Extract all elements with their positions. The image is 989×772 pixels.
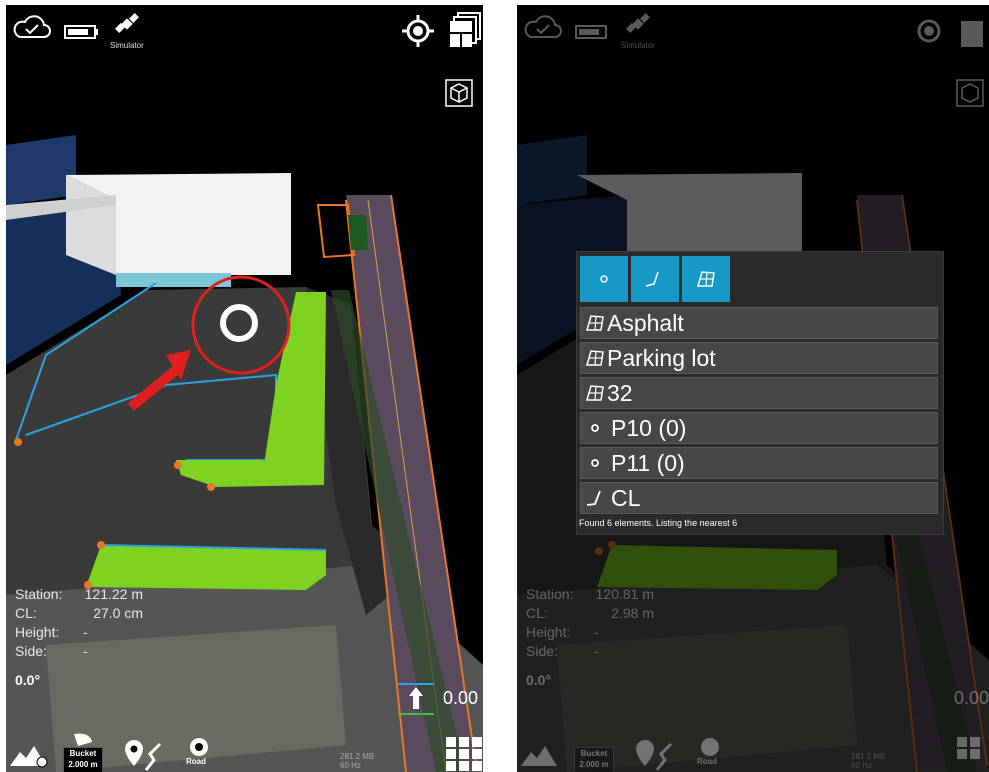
list-item[interactable]: CL (580, 482, 938, 514)
filter-surfaces-tab[interactable] (682, 256, 730, 302)
memory-hz: 60 Hz (340, 761, 361, 770)
list-item[interactable]: Asphalt (580, 307, 938, 339)
bucket-size: 2.000 m (68, 760, 98, 769)
bucket-title: Bucket (69, 749, 97, 758)
satellite-icon[interactable] (625, 11, 651, 39)
gps-locate-icon[interactable] (913, 15, 945, 47)
list-item[interactable]: 32 (580, 377, 938, 409)
height-value: - (594, 624, 599, 640)
station-info-panel: Station: 120.81 m CL: 2.98 m Height: - Side… (526, 585, 654, 661)
road-pin-icon[interactable] (186, 737, 212, 759)
memory-mb: 281.2 MB (851, 752, 886, 761)
left-screen: Simulator Station: 121.22 m CL: 27.0 cm He… (6, 5, 483, 772)
grid-menu-icon[interactable] (957, 737, 989, 771)
list-item-label: 32 (607, 379, 633, 406)
surface-icon (586, 315, 604, 331)
bucket-title: Bucket (580, 749, 608, 758)
results-summary: Found 6 elements. Listing the nearest 6 (579, 518, 738, 528)
list-item[interactable]: Parking lot (580, 342, 938, 374)
side-value: - (83, 643, 88, 659)
layers-icon[interactable] (961, 11, 989, 47)
right-screen: Simulator Station: 120.81 m CL: 2.98 m Hei… (517, 5, 989, 772)
gps-locate-icon[interactable] (402, 15, 434, 47)
terrain-mode-icon[interactable] (521, 742, 561, 768)
station-info-panel: Station: 121.22 m CL: 27.0 cm Height: - Sid… (15, 585, 143, 661)
line-icon (645, 271, 659, 287)
simulator-label: Simulator (110, 41, 144, 50)
filter-tabs (580, 256, 730, 302)
road-label: Road (697, 757, 717, 766)
terrain-mode-icon[interactable] (10, 742, 50, 768)
list-item[interactable]: P10 (0) (580, 412, 938, 444)
angle-readout: 0.0° (526, 672, 552, 688)
list-item-label: P10 (0) (611, 414, 687, 441)
cloud-sync-icon[interactable] (523, 13, 563, 41)
memory-mb: 281.2 MB (340, 752, 375, 761)
bucket-button[interactable]: Bucket 2.000 m (574, 747, 614, 772)
cl-value: 27.0 cm (93, 605, 143, 621)
satellite-icon[interactable] (114, 11, 140, 39)
location-line-icon[interactable] (635, 738, 675, 772)
distance-readout: 0.00 (443, 688, 479, 708)
road-pin-icon[interactable] (697, 737, 723, 759)
element-picker-popup: Asphalt Parking lot 32 P10 (0) P11 (0) C… (576, 251, 944, 535)
cl-label: CL: (526, 605, 548, 621)
location-line-icon[interactable] (124, 738, 164, 772)
filter-points-tab[interactable] (580, 256, 628, 302)
elevation-indicator-icon (398, 683, 434, 715)
cl-value: 2.98 m (611, 605, 654, 621)
filter-lines-tab[interactable] (631, 256, 679, 302)
list-item[interactable]: P11 (0) (580, 447, 938, 479)
road-label: Road (186, 757, 206, 766)
line-icon (586, 490, 601, 506)
element-list: Asphalt Parking lot 32 P10 (0) P11 (0) C… (580, 307, 938, 517)
point-icon (591, 459, 599, 467)
surface-icon (697, 271, 715, 287)
3d-view-cube-icon[interactable] (445, 79, 473, 107)
cloud-sync-icon[interactable] (12, 13, 52, 41)
3d-view-cube-icon[interactable] (956, 79, 984, 107)
distance-readout: 0.00 (954, 688, 989, 708)
side-value: - (594, 643, 599, 659)
grid-menu-icon[interactable] (446, 737, 482, 771)
layers-icon[interactable] (450, 11, 482, 47)
list-item-label: Parking lot (607, 344, 716, 371)
height-label: Height: (526, 624, 571, 640)
memory-readout: 281.2 MB 60 Hz (340, 752, 374, 770)
station-value: 121.22 m (84, 586, 143, 602)
list-item-label: CL (611, 484, 641, 511)
side-label: Side: (526, 643, 558, 659)
bucket-size: 2.000 m (579, 760, 609, 769)
battery-icon (64, 25, 98, 39)
cl-label: CL: (15, 605, 37, 621)
memory-readout: 281.2 MB 60 Hz (851, 752, 885, 770)
list-item-label: P11 (0) (611, 449, 685, 476)
bucket-icon (74, 733, 92, 746)
point-icon (591, 424, 599, 432)
memory-hz: 60 Hz (851, 761, 872, 770)
height-label: Height: (15, 624, 60, 640)
simulator-label: Simulator (621, 41, 655, 50)
battery-icon (575, 25, 607, 39)
side-label: Side: (15, 643, 47, 659)
station-label: Station: (526, 586, 574, 602)
station-value: 120.81 m (595, 586, 654, 602)
height-value: - (83, 624, 88, 640)
station-label: Station: (15, 586, 63, 602)
surface-icon (586, 350, 604, 366)
list-item-label: Asphalt (607, 309, 684, 336)
surface-icon (586, 385, 604, 401)
point-icon (600, 275, 608, 283)
bucket-button[interactable]: Bucket 2.000 m (63, 747, 103, 772)
angle-readout: 0.0° (15, 672, 41, 688)
